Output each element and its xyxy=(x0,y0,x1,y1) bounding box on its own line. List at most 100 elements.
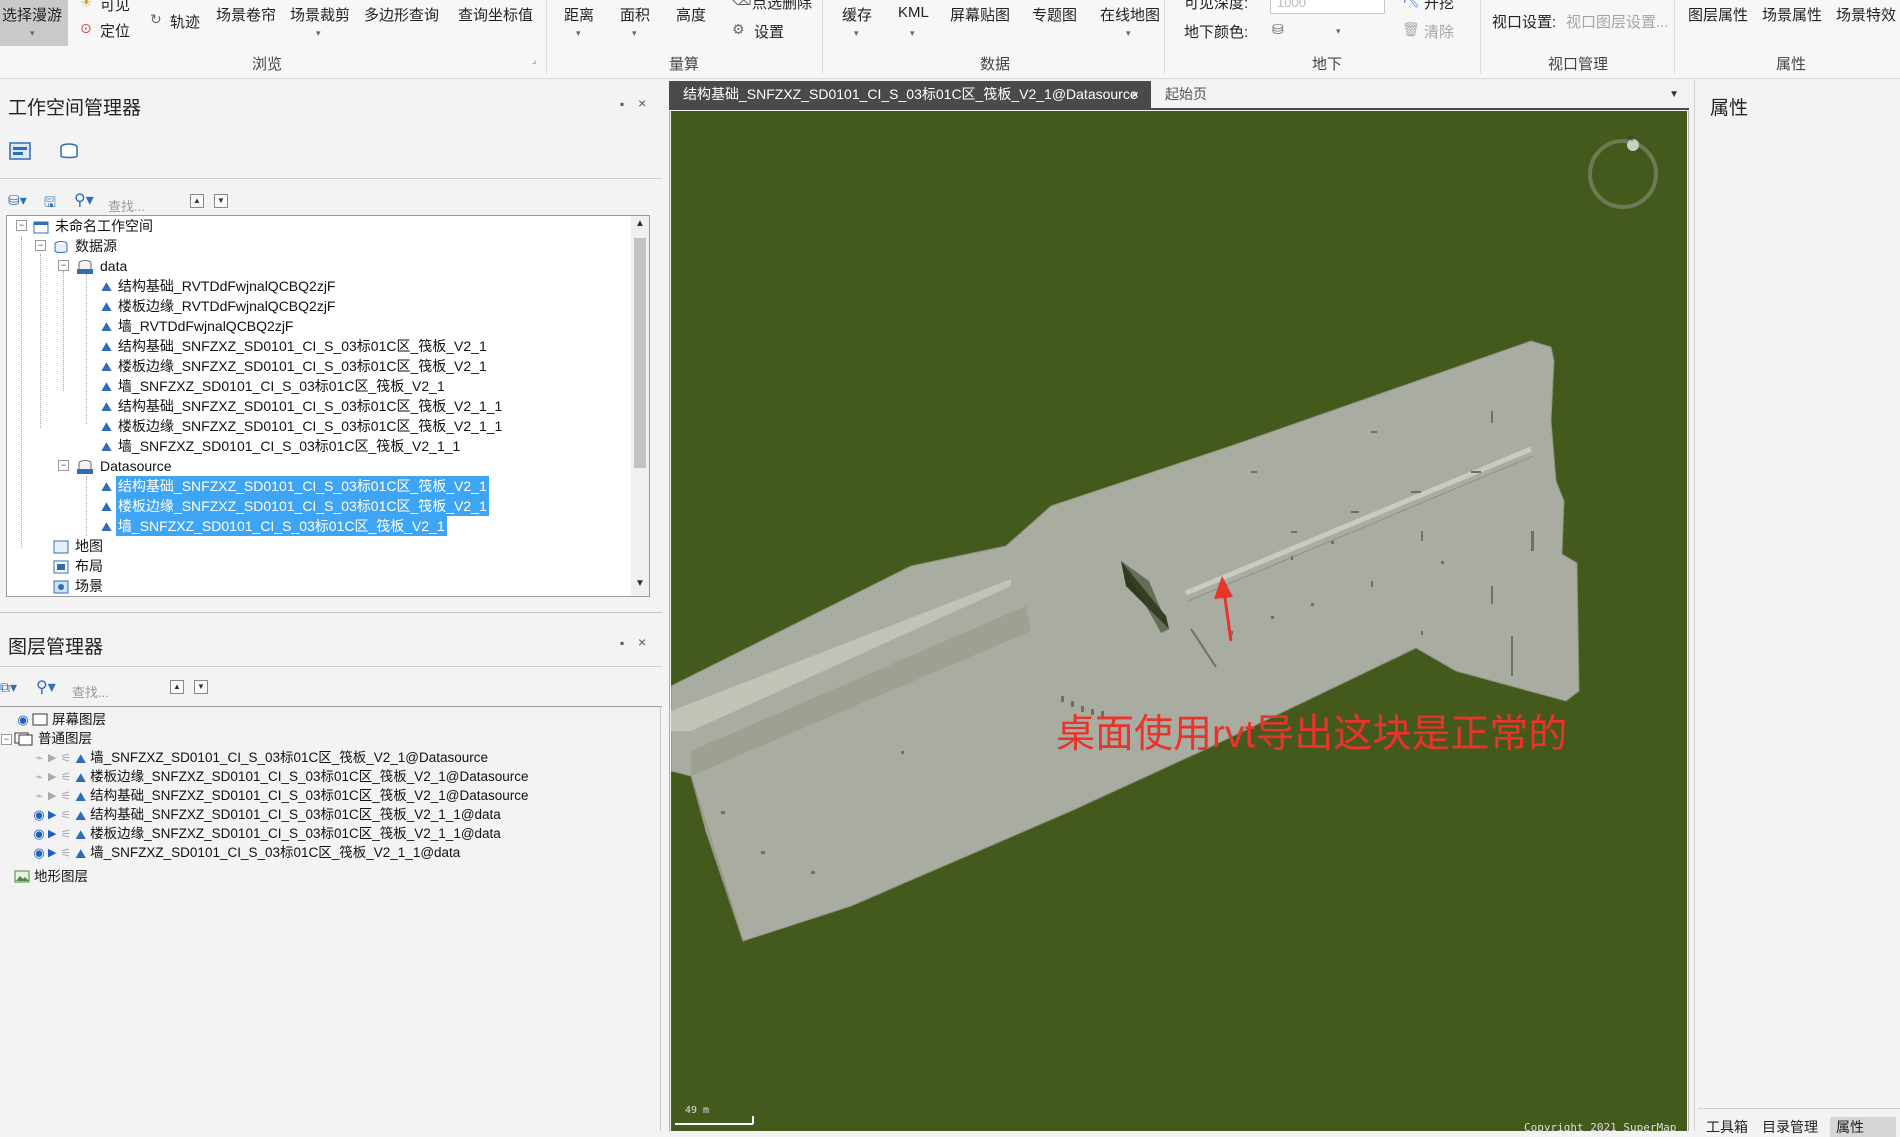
compass-icon[interactable] xyxy=(1588,139,1658,209)
scene-viewport[interactable]: 桌面使用rvt导出这块是正常的 N 49 m Copyright 2021 Su… xyxy=(671,111,1687,1131)
workspace-view-icon[interactable] xyxy=(8,140,34,167)
tree-node-maps[interactable]: 地图 xyxy=(53,536,105,556)
tree-node-dataset[interactable]: ⛰ 结构基础_SNFZXZ_SD0101_CI_S_03标01C区_筏板_V2_1… xyxy=(101,396,504,416)
layer-row[interactable]: ◉ ▶ ⚟ ⛰ 楼板边缘_SNFZXZ_SD0101_CI_S_03标01C区_筏板_V… xyxy=(30,824,500,844)
tree-node-layouts[interactable]: 布局 xyxy=(53,556,105,576)
tree-node-dataset-selected[interactable]: ⛰ 结构基础_SNFZXZ_SD0101_CI_S_03标01C区_筏板_V2_1 xyxy=(101,476,489,496)
area-button[interactable]: 面积 xyxy=(620,4,650,25)
visibility-eye-icon[interactable]: ◉ xyxy=(30,805,48,824)
selectable-arrow-icon[interactable]: ▶ xyxy=(48,768,56,787)
selectable-arrow-icon[interactable]: ▶ xyxy=(48,749,56,768)
tree-node-dataset[interactable]: ⛰ 结构基础_SNFZXZ_SD0101_CI_S_03标01C区_筏板_V2_1 xyxy=(101,336,489,356)
tree-node-dataset-selected[interactable]: ⛰ 楼板边缘_SNFZXZ_SD0101_CI_S_03标01C区_筏板_V2_1 xyxy=(101,496,489,516)
thematic-map-button[interactable]: 专题图 xyxy=(1032,4,1077,25)
excavate-button[interactable]: 开挖 xyxy=(1424,0,1454,13)
visible-depth-input[interactable]: 1000 xyxy=(1270,0,1385,14)
paint-bucket-icon[interactable]: ⛁ xyxy=(1272,21,1284,38)
kml-button[interactable]: KML xyxy=(898,4,929,21)
scene-roll-button[interactable]: 场景卷帘 xyxy=(216,4,276,25)
tree-expander[interactable]: − xyxy=(35,240,46,251)
tab-active-scene[interactable]: 结构基础_SNFZXZ_SD0101_CI_S_03标01C区_筏板_V2_1@… xyxy=(669,81,1151,108)
area-dropdown[interactable]: ▾ xyxy=(632,28,637,39)
layer-row-terrain[interactable]: 地形图层 xyxy=(14,867,88,886)
tab-list-dropdown-icon[interactable]: ▼ xyxy=(1669,81,1679,108)
search-icon[interactable]: ⚲▾ xyxy=(36,677,56,697)
visible-button[interactable]: 可见 xyxy=(100,0,130,15)
selectable-arrow-icon[interactable]: ▶ xyxy=(48,844,56,863)
scene-props-button[interactable]: 场景属性 xyxy=(1762,4,1822,25)
panel-splitter[interactable] xyxy=(0,612,662,613)
editable-icon[interactable]: ⚟ xyxy=(60,787,71,806)
layer-search-input[interactable]: 查找... xyxy=(72,682,109,701)
tree-node-workspace[interactable]: 未命名工作空间 xyxy=(33,216,155,236)
move-down-button[interactable]: ▼ xyxy=(194,680,208,694)
pin-icon[interactable]: ▪ xyxy=(620,97,624,111)
tab-start-page[interactable]: 起始页 ▼ xyxy=(1151,81,1687,108)
layer-row[interactable]: ◉ ▶ ⚟ ⛰ 墙_SNFZXZ_SD0101_CI_S_03标01C区_筏板_V2_1… xyxy=(30,843,460,862)
locate-button[interactable]: 定位 xyxy=(100,20,130,41)
layer-row[interactable]: ⌁ ▶ ⚟ ⛰ 墙_SNFZXZ_SD0101_CI_S_03标01C区_筏板_V2_1… xyxy=(30,748,488,767)
editable-icon[interactable]: ⚟ xyxy=(60,806,71,825)
select-roam-dropdown[interactable]: ▾ xyxy=(30,28,35,39)
track-button[interactable]: 轨迹 xyxy=(170,11,200,32)
query-coord-button[interactable]: 查询坐标值 xyxy=(458,4,533,25)
tree-node-dataset-selected[interactable]: ⛰ 墙_SNFZXZ_SD0101_CI_S_03标01C区_筏板_V2_1 xyxy=(101,516,447,536)
online-map-dropdown[interactable]: ▾ xyxy=(1126,28,1131,39)
point-delete-button[interactable]: 点选删除 xyxy=(752,0,812,13)
move-down-button[interactable]: ▼ xyxy=(214,194,228,208)
tree-node-datasources[interactable]: 数据源 xyxy=(53,236,119,256)
tree-node-dataset[interactable]: ⛰ 墙_SNFZXZ_SD0101_CI_S_03标01C区_筏板_V2_1 xyxy=(101,376,447,396)
visibility-off-icon[interactable]: ⌁ xyxy=(30,748,48,767)
workspace-search-input[interactable]: 查找... xyxy=(108,196,145,215)
datasource-view-icon[interactable] xyxy=(56,140,82,167)
scroll-down-icon[interactable]: ▼ xyxy=(635,578,645,589)
tab-toolbox[interactable]: 工具箱 xyxy=(1706,1117,1748,1137)
close-icon[interactable]: × xyxy=(638,634,646,650)
layer-props-button[interactable]: 图层属性 xyxy=(1688,4,1748,25)
open-workspace-icon[interactable]: ⛁▾ xyxy=(8,192,27,209)
visibility-off-icon[interactable]: ⌁ xyxy=(30,767,48,786)
ground-color-dropdown[interactable]: ▾ xyxy=(1336,26,1341,37)
height-button[interactable]: 高度 xyxy=(676,4,706,25)
layer-expander[interactable]: − xyxy=(1,734,12,745)
scroll-thumb[interactable] xyxy=(634,238,646,468)
tree-node-scenes[interactable]: 场景 xyxy=(53,576,105,596)
scene-clip-dropdown[interactable]: ▾ xyxy=(316,28,321,39)
kml-dropdown[interactable]: ▾ xyxy=(910,28,915,39)
tree-expander[interactable]: − xyxy=(16,220,27,231)
tree-node-dataset[interactable]: ⛰ 楼板边缘_SNFZXZ_SD0101_CI_S_03标01C区_筏板_V2_1 xyxy=(101,356,489,376)
tree-expander[interactable]: − xyxy=(58,460,69,471)
group-launcher-icon[interactable]: ⌟ xyxy=(532,55,536,66)
pin-icon[interactable]: ▪ xyxy=(620,636,624,650)
scene-clip-button[interactable]: 场景裁剪 xyxy=(290,4,350,25)
visibility-off-icon[interactable]: ⌁ xyxy=(30,786,48,805)
editable-icon[interactable]: ⚟ xyxy=(60,768,71,787)
close-icon[interactable]: × xyxy=(638,95,646,111)
distance-dropdown[interactable]: ▾ xyxy=(576,28,581,39)
clear-button[interactable]: 清除 xyxy=(1424,21,1454,42)
tab-catalog[interactable]: 目录管理 xyxy=(1762,1117,1818,1137)
layer-row-normal[interactable]: 普通图层 xyxy=(14,729,92,748)
screen-map-button[interactable]: 屏幕贴图 xyxy=(950,4,1010,25)
tree-node-dataset[interactable]: ⛰ 墙_SNFZXZ_SD0101_CI_S_03标01C区_筏板_V2_1_1 xyxy=(101,436,462,456)
scroll-up-icon[interactable]: ▲ xyxy=(635,218,645,229)
move-up-button[interactable]: ▲ xyxy=(190,194,204,208)
tree-expander[interactable]: − xyxy=(58,260,69,271)
visibility-eye-icon[interactable]: ◉ xyxy=(14,710,32,729)
online-map-button[interactable]: 在线地图 xyxy=(1100,4,1160,25)
visibility-eye-icon[interactable]: ◉ xyxy=(30,843,48,862)
selectable-arrow-icon[interactable]: ▶ xyxy=(48,806,56,825)
editable-icon[interactable]: ⚟ xyxy=(60,749,71,768)
layer-row[interactable]: ◉ ▶ ⚟ ⛰ 结构基础_SNFZXZ_SD0101_CI_S_03标01C区_筏板_V… xyxy=(30,805,500,825)
add-layer-icon[interactable]: ⧉▾ xyxy=(0,679,17,696)
tree-node-dataset[interactable]: ⛰ 结构基础_RVTDdFwjnalQCBQ2zjF xyxy=(101,276,337,296)
selectable-arrow-icon[interactable]: ▶ xyxy=(48,825,56,844)
cache-dropdown[interactable]: ▾ xyxy=(854,28,859,39)
tree-node-datasource[interactable]: Datasource xyxy=(76,456,174,476)
measure-settings-button[interactable]: 设置 xyxy=(754,21,784,42)
tab-properties[interactable]: 属性 xyxy=(1830,1117,1896,1137)
tree-node-datasource-data[interactable]: data xyxy=(76,256,129,276)
tree-node-dataset[interactable]: ⛰ 墙_RVTDdFwjnalQCBQ2zjF xyxy=(101,316,295,336)
tab-close-icon[interactable]: × xyxy=(1131,81,1139,108)
tree-node-dataset[interactable]: ⛰ 楼板边缘_RVTDdFwjnalQCBQ2zjF xyxy=(101,296,337,316)
